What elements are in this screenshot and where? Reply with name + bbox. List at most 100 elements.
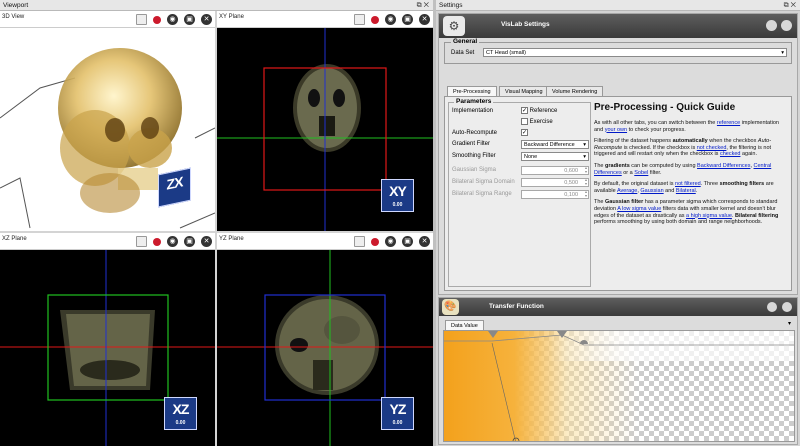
float-icon[interactable]: ⧉	[784, 2, 791, 9]
bilateral-domain-value: 0,500	[564, 180, 578, 186]
text: Bilateral filtering	[734, 212, 779, 219]
parameters-label: Parameters	[454, 98, 494, 105]
text: can be computed by using	[629, 162, 698, 169]
close-icon[interactable]: ✕	[424, 2, 431, 9]
tab-volume-rendering[interactable]: Volume Rendering	[546, 86, 604, 96]
spin-arrows-icon: ▴ ▾	[584, 165, 587, 174]
viewport-title: Viewport	[3, 2, 29, 9]
pane-3d-view[interactable]: 3D View ◉ ▣ ✕ ZX	[0, 11, 215, 231]
float-icon[interactable]: ⧉	[417, 2, 424, 9]
close-pane-icon[interactable]: ✕	[419, 236, 430, 247]
text: is checked. If the checkbox is	[622, 144, 697, 151]
help-icon[interactable]	[767, 302, 777, 312]
maximize-icon[interactable]: ▣	[184, 14, 195, 25]
pane-xy-label: XY Plane	[219, 14, 244, 20]
link-low-sigma[interactable]: A low sigma value	[617, 206, 661, 212]
text: when the checkbox	[707, 138, 758, 145]
help-icon[interactable]	[766, 20, 777, 31]
pane-xz-header: XZ Plane ◉ ▣ ✕	[0, 233, 215, 250]
tab-data-value[interactable]: Data Value	[445, 320, 484, 330]
color-menu-icon[interactable]	[153, 238, 161, 246]
gradient-filter-value: Backward Difference	[524, 142, 575, 148]
close-icon[interactable]: ✕	[791, 2, 798, 9]
transfer-header: 🎨 Transfer Function	[439, 298, 797, 316]
orientation-badge-zx: ZX	[158, 167, 191, 208]
guide-paragraph: As with all other tabs, you can switch b…	[594, 120, 789, 133]
dataset-select[interactable]: CT Head (small) ▾	[483, 48, 787, 57]
auto-recompute-label: Auto-Recompute	[452, 130, 498, 136]
smoothing-filter-select[interactable]: None ▾	[521, 152, 589, 161]
bilateral-domain-spinbox[interactable]: 0,500 ▴ ▾	[521, 178, 589, 187]
text: performs smoothing by using both domain …	[594, 219, 763, 226]
close-pane-icon[interactable]: ✕	[201, 236, 212, 247]
screenshot-icon[interactable]	[354, 14, 365, 25]
color-menu-icon[interactable]	[153, 16, 161, 24]
maximize-icon[interactable]: ▣	[402, 14, 413, 25]
bilateral-range-spinbox[interactable]: 0,100 ▴ ▾	[521, 190, 589, 199]
pane-xz-label: XZ Plane	[2, 236, 27, 242]
badge-value: 0.00	[392, 420, 403, 426]
dataset-value: CT Head (small)	[486, 50, 526, 56]
smoothing-filter-value: None	[524, 154, 538, 160]
link-bilateral[interactable]: Bilateral	[676, 188, 696, 194]
gradient-filter-select[interactable]: Backward Difference ▾	[521, 140, 589, 149]
palette-icon: 🎨	[442, 299, 459, 315]
pane-xy-plane[interactable]: XY Plane ◉ ▣ ✕ XY 0.00	[217, 11, 433, 231]
exercise-checkbox[interactable]	[521, 118, 528, 125]
close-pane-icon[interactable]: ✕	[201, 14, 212, 25]
reference-option[interactable]: ✓ Reference	[521, 107, 557, 114]
screenshot-icon[interactable]	[136, 236, 147, 247]
text: The	[594, 162, 606, 169]
settings-window-controls[interactable]: ⧉✕	[784, 0, 798, 11]
zoom-icon[interactable]: ◉	[385, 236, 396, 247]
settings-titlebar: Settings ⧉✕	[436, 0, 800, 11]
spin-arrows-icon: ▴ ▾	[584, 189, 587, 198]
tab-menu-icon[interactable]: ▾	[788, 320, 791, 327]
maximize-icon[interactable]: ▣	[402, 236, 413, 247]
link-sobel[interactable]: Sobel	[634, 170, 648, 176]
pane-yz-plane[interactable]: YZ Plane ◉ ▣ ✕ YZ 0.00	[217, 233, 433, 446]
collapse-icon[interactable]	[781, 20, 792, 31]
color-menu-icon[interactable]	[371, 238, 379, 246]
reference-checkbox[interactable]: ✓	[521, 107, 528, 114]
pane-3d-header: 3D View ◉ ▣ ✕	[0, 11, 215, 28]
badge-label: YZ	[389, 401, 407, 417]
link-not-filtered[interactable]: not filtered	[675, 181, 701, 187]
text: .	[695, 187, 698, 194]
zoom-icon[interactable]: ◉	[385, 14, 396, 25]
splitter[interactable]	[433, 0, 436, 446]
badge-value: 0.00	[392, 202, 403, 208]
screenshot-icon[interactable]	[354, 236, 365, 247]
link-high-sigma[interactable]: a high sigma value	[686, 213, 732, 219]
badge-label: XZ	[172, 401, 190, 417]
zoom-icon[interactable]: ◉	[167, 14, 178, 25]
exercise-option[interactable]: Exercise	[521, 118, 553, 125]
zoom-icon[interactable]: ◉	[167, 236, 178, 247]
gaussian-sigma-spinbox[interactable]: 0,600 ▴ ▾	[521, 166, 589, 175]
link-checked[interactable]: checked	[720, 151, 741, 157]
tf-handle[interactable]	[557, 331, 567, 338]
link-your-own[interactable]: your own	[605, 127, 627, 133]
link-not-checked[interactable]: not checked	[697, 145, 727, 151]
screenshot-icon[interactable]	[136, 14, 147, 25]
pane-xz-plane[interactable]: XZ Plane ◉ ▣ ✕ XZ 0.00	[0, 233, 215, 446]
tf-handle[interactable]	[580, 340, 588, 344]
color-menu-icon[interactable]	[371, 16, 379, 24]
text: filter.	[648, 169, 662, 176]
auto-recompute-checkbox[interactable]: ✓	[521, 129, 528, 136]
link-gaussian[interactable]: Gaussian	[640, 188, 663, 194]
tab-visual-mapping[interactable]: Visual Mapping	[499, 86, 549, 96]
link-backward-differences[interactable]: Backward Differences	[697, 163, 750, 169]
link-average[interactable]: Average	[617, 188, 637, 194]
close-pane-icon[interactable]: ✕	[419, 14, 430, 25]
link-reference[interactable]: reference	[717, 120, 740, 126]
general-label: General	[451, 38, 480, 45]
tf-handle[interactable]	[488, 331, 498, 338]
collapse-icon[interactable]	[782, 302, 792, 312]
transfer-function-editor[interactable]	[443, 330, 795, 442]
viewport-window-controls[interactable]: ⧉✕	[417, 0, 431, 11]
auto-recompute-option[interactable]: ✓	[521, 129, 528, 136]
tf-curve[interactable]	[444, 331, 795, 442]
maximize-icon[interactable]: ▣	[184, 236, 195, 247]
text: . Three	[700, 181, 720, 188]
